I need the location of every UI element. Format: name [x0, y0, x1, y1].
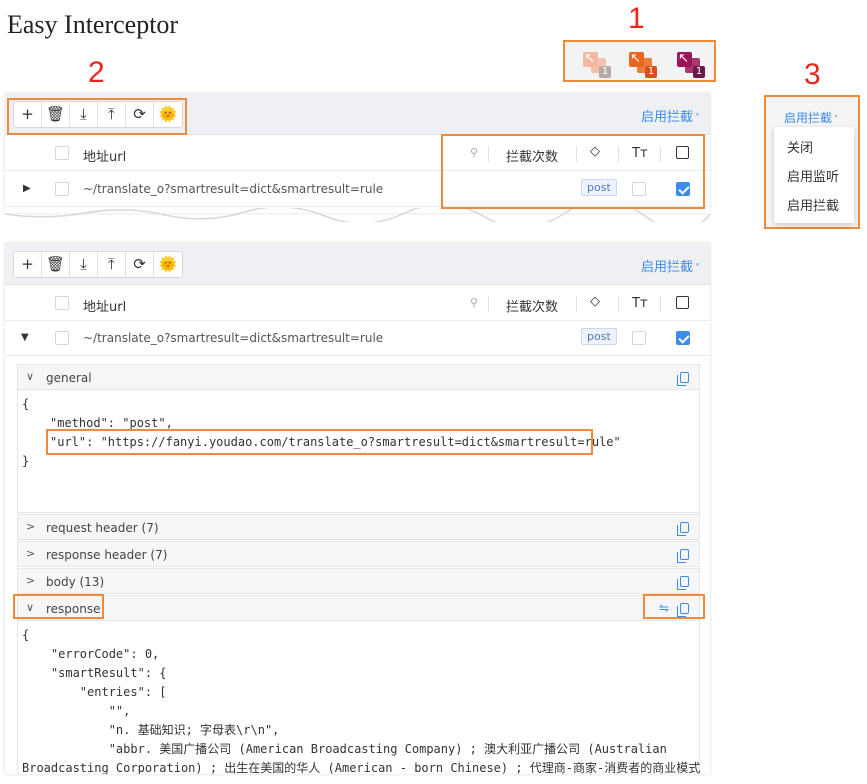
- response-line: {: [22, 628, 30, 642]
- response-line: "smartResult": {: [22, 666, 167, 680]
- export-button[interactable]: ⤒: [98, 252, 126, 277]
- text-icon: Tт: [632, 296, 648, 311]
- row-checkbox[interactable]: [55, 182, 69, 196]
- column-url: 地址url: [83, 300, 127, 315]
- theme-button[interactable]: 🌞: [154, 252, 182, 277]
- column-intercept-count: 拦截次数: [506, 300, 559, 315]
- mode-dropdown-panel: 启用拦截 ˅ 关闭 启用监听 启用拦截: [764, 95, 860, 229]
- mode-select[interactable]: 启用拦截 ˅: [641, 256, 700, 275]
- page-title: Easy Interceptor: [7, 10, 179, 39]
- copy-icon[interactable]: [677, 549, 689, 563]
- highlight-response-tools: [643, 594, 705, 619]
- interceptor-panel-expanded: + 🗑 ⤓ ⤒ ⟳ 🌞 启用拦截 ˅ 地址url ⚲ 拦截次数 ◇ Tт ▼ ~/…: [5, 243, 710, 774]
- row-enabled-checkbox[interactable]: [676, 331, 690, 345]
- callout-3: 3: [804, 58, 821, 91]
- table-row[interactable]: ▼ ~/translate_o?smartresult=dict&smartre…: [5, 321, 710, 356]
- section-body[interactable]: > body (13): [17, 568, 700, 594]
- column-url: 地址url: [83, 150, 127, 165]
- extension-icons-panel: ↖ 1 ↖ 1 ↖ 1: [563, 40, 716, 82]
- highlight-response-section: [13, 594, 104, 619]
- select-all-checkbox[interactable]: [55, 146, 69, 160]
- add-rule-button[interactable]: +: [14, 252, 42, 277]
- section-request-header[interactable]: > request header (7): [17, 514, 700, 540]
- section-general[interactable]: ∨ general: [17, 364, 700, 390]
- mode-option-off[interactable]: 关闭: [787, 137, 813, 156]
- code-close-brace: }: [22, 454, 30, 468]
- monitor-extension-icon[interactable]: ↖ 1: [675, 49, 705, 78]
- tag-icon: ◇: [590, 294, 600, 309]
- highlight-url-line: [46, 429, 593, 455]
- row-text-checkbox[interactable]: [632, 331, 646, 345]
- response-line: "n. 基础知识; 字母表\r\n",: [22, 723, 280, 737]
- import-button[interactable]: ⤓: [70, 252, 98, 277]
- delete-rule-button[interactable]: 🗑: [42, 252, 70, 277]
- mode-dropdown-menu: 关闭 启用监听 启用拦截: [774, 127, 854, 223]
- response-line: "",: [22, 704, 131, 718]
- row-checkbox[interactable]: [55, 331, 69, 345]
- disabled-extension-icon[interactable]: ↖ 1: [581, 49, 611, 78]
- search-icon[interactable]: ⚲: [470, 296, 478, 309]
- method-badge: post: [581, 328, 617, 345]
- response-line: "entries": [: [22, 685, 167, 699]
- section-response[interactable]: ∨ response ⇋: [17, 595, 700, 621]
- toggle-icon: [676, 296, 689, 309]
- response-line: "errorCode": 0,: [22, 647, 160, 661]
- code-open-brace: {: [22, 397, 30, 411]
- toolbar-buttons: + 🗑 ⤓ ⤒ ⟳ 🌞: [13, 251, 183, 278]
- refresh-button[interactable]: ⟳: [126, 252, 154, 277]
- mode-option-monitor[interactable]: 启用监听: [787, 166, 839, 185]
- copy-icon[interactable]: [677, 522, 689, 536]
- table-header: 地址url ⚲ 拦截次数 ◇ Tт: [5, 286, 710, 321]
- copy-icon[interactable]: [677, 576, 689, 590]
- row-url: ~/translate_o?smartresult=dict&smartresu…: [83, 182, 384, 196]
- response-line: Broadcasting Corporation) ; 出生在美国的华人 (Am…: [22, 761, 701, 774]
- mode-select[interactable]: 启用拦截 ˅: [641, 106, 700, 125]
- highlight-toolbar: [7, 98, 187, 135]
- callout-1: 1: [628, 2, 645, 35]
- collapse-row-icon[interactable]: ▼: [21, 332, 29, 343]
- toolbar: + 🗑 ⤓ ⤒ ⟳ 🌞 启用拦截 ˅: [5, 243, 710, 285]
- torn-edge: [5, 208, 710, 222]
- response-line: "abbr. 美国广播公司 (American Broadcasting Com…: [22, 742, 667, 756]
- callout-2: 2: [88, 56, 105, 89]
- select-all-checkbox[interactable]: [55, 296, 69, 310]
- intercept-extension-icon[interactable]: ↖ 1: [627, 49, 657, 78]
- row-url: ~/translate_o?smartresult=dict&smartresu…: [83, 331, 384, 345]
- highlight-columns: [441, 134, 705, 209]
- copy-icon[interactable]: [677, 372, 689, 386]
- mode-option-intercept[interactable]: 启用拦截: [787, 195, 839, 214]
- section-response-header[interactable]: > response header (7): [17, 541, 700, 567]
- mode-dropdown-trigger[interactable]: 启用拦截 ˅: [784, 109, 839, 126]
- expand-row-icon[interactable]: ▶: [23, 183, 31, 194]
